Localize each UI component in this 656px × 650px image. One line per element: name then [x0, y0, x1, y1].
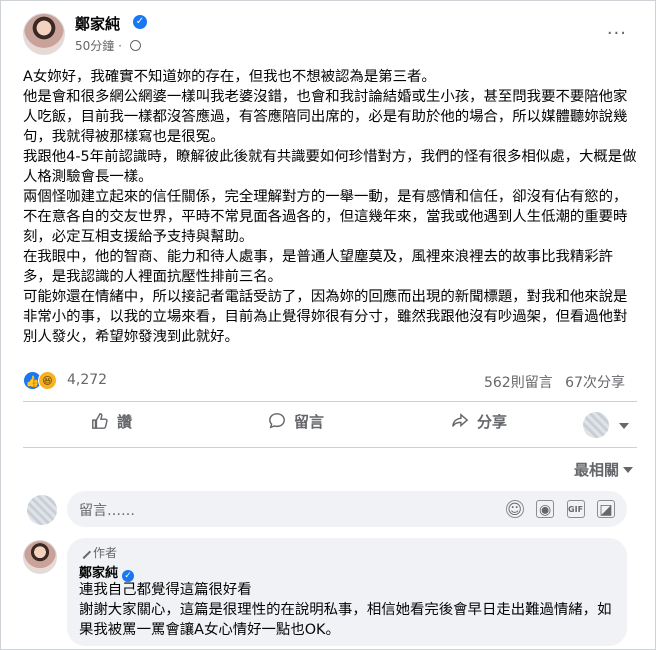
post-meta: 50分鐘 ·: [75, 37, 141, 54]
author-badge: 作者: [76, 544, 615, 560]
more-options-icon[interactable]: ···: [607, 23, 627, 44]
comment-button[interactable]: 留言: [268, 411, 324, 439]
author-badge-label: 作者: [93, 546, 118, 560]
haha-reaction-icon[interactable]: 😆: [38, 371, 57, 390]
post-time[interactable]: 50分鐘: [75, 39, 114, 53]
comment-input[interactable]: 留言…… ☺ ◉ GIF ◪: [67, 491, 627, 527]
engagement-stats: 562則留言 67次分享: [476, 372, 625, 392]
post-header: 鄭家純 ✓ 50分鐘 · ···: [23, 11, 637, 59]
divider: [23, 447, 637, 448]
facebook-post-card: 鄭家純 ✓ 50分鐘 · ··· A女妳好，我確實不知道妳的存在，但我也不想被認…: [0, 0, 656, 650]
comment-label: 留言: [294, 413, 325, 431]
post-paragraph: 我跟他4-5年前認識時，瞭解彼此後就有共識要如何珍惜對方，我們的怪有很多相似處，…: [23, 149, 637, 185]
pen-icon: [76, 544, 92, 560]
post-paragraph: 兩個怪咖建立起來的信任關係，完全理解對方的一舉一動，是有感情和信任，卻沒有佔有慾…: [23, 189, 628, 245]
comment-sort-dropdown[interactable]: 最相關: [574, 459, 633, 480]
like-label: 讚: [117, 413, 133, 431]
divider: [23, 401, 637, 402]
globe-icon: [129, 40, 141, 51]
reaction-count[interactable]: 4,272: [67, 372, 107, 388]
post-actions: 讚 留言 分享: [23, 405, 637, 445]
reply-author-avatar[interactable]: [23, 540, 57, 574]
comment-count[interactable]: 562則留言: [484, 375, 553, 391]
chevron-down-icon[interactable]: [619, 423, 629, 429]
comment-icon: [269, 413, 285, 429]
share-count[interactable]: 67次分享: [565, 375, 625, 391]
author-reply-comment: 作者 鄭家純 ✓ 連我自己都覺得這篇很好看 謝謝大家關心，這篇是很理性的在說明私事…: [23, 538, 637, 648]
emoji-icon[interactable]: ☺: [505, 500, 524, 518]
comment-placeholder: 留言……: [79, 503, 135, 519]
comment-composer: 留言…… ☺ ◉ GIF ◪: [23, 489, 637, 529]
reply-author-name[interactable]: 鄭家純 ✓: [79, 562, 615, 582]
reply-line: 謝謝大家關心，這篇是很理性的在說明私事，相信她看完後會早日走出難過情緒，如果我被…: [79, 602, 612, 638]
author-avatar[interactable]: [23, 13, 65, 55]
chevron-down-icon: [623, 467, 633, 473]
like-button[interactable]: 讚: [91, 411, 132, 439]
share-label: 分享: [477, 413, 508, 431]
share-icon: [452, 413, 469, 428]
reply-author-label: 鄭家純: [79, 566, 119, 581]
post-paragraph: 他是會和很多網公網婆一樣叫我老婆沒錯，也會和我討論結婚或生小孩，甚至問我要不要陪…: [23, 89, 628, 145]
sort-label: 最相關: [573, 461, 619, 479]
verified-badge-icon: ✓: [133, 15, 147, 29]
post-paragraph: 在我眼中，他的智商、能力和待人處事，是普通人望塵莫及，風裡來浪裡去的故事比我精彩…: [23, 249, 614, 285]
reply-bubble: 作者 鄭家純 ✓ 連我自己都覺得這篇很好看 謝謝大家關心，這篇是很理性的在說明私事…: [67, 538, 627, 646]
gif-icon[interactable]: GIF: [566, 500, 585, 518]
audience-avatar[interactable]: [583, 412, 609, 438]
post-body: A女妳好，我確實不知道妳的存在，但我也不想被認為是第三者。 他是會和很多網公網婆…: [23, 67, 637, 347]
post-paragraph: A女妳好，我確實不知道妳的存在，但我也不想被認為是第三者。: [23, 69, 436, 85]
author-name[interactable]: 鄭家純: [75, 13, 120, 34]
camera-icon[interactable]: ◉: [536, 500, 555, 518]
dot-separator: ·: [118, 39, 122, 53]
reply-line: 連我自己都覺得這篇很好看: [79, 582, 252, 598]
current-user-avatar[interactable]: [27, 495, 57, 525]
share-button[interactable]: 分享: [451, 411, 507, 439]
thumbs-up-icon: [92, 413, 108, 429]
composer-icons: ☺ ◉ GIF ◪: [498, 500, 615, 520]
post-paragraph: 可能妳還在情緒中，所以接記者電話受訪了，因為妳的回應而出現的新聞標題，對我和他來…: [23, 289, 628, 345]
reactions-bar: 👍 😆 4,272 562則留言 67次分享: [23, 369, 637, 393]
sticker-icon[interactable]: ◪: [597, 500, 615, 518]
